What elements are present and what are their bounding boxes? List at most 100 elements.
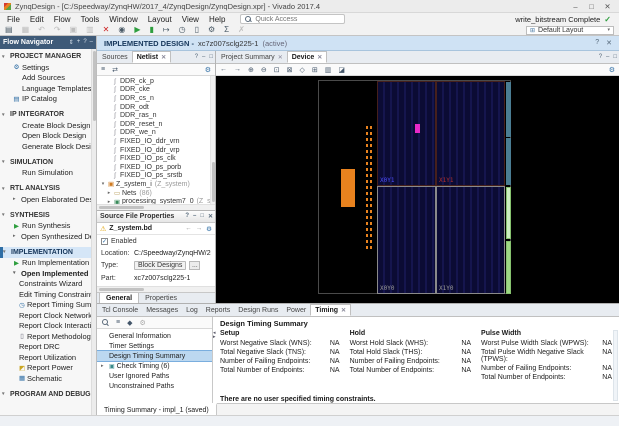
timing-tree-user-ignored-paths[interactable]: User Ignored Paths — [97, 371, 212, 381]
minimize-icon[interactable]: – — [202, 54, 205, 60]
collapse-all-icon[interactable]: ≡ — [101, 66, 105, 73]
zoom-in-icon[interactable]: ⊕ — [248, 66, 254, 74]
menu-file[interactable]: File — [2, 15, 25, 24]
flownav-item-edit-timing-constraints[interactable]: Edit Timing Constraints — [0, 289, 96, 300]
collapse-all-icon[interactable]: ≡ — [116, 319, 120, 326]
flownav-item-constraints-wizard[interactable]: Constraints Wizard — [0, 279, 96, 290]
close-tab-icon[interactable]: ✕ — [317, 54, 322, 61]
flownav-item-report-clock-interaction[interactable]: Report Clock Interaction — [0, 321, 96, 332]
flownav-item-report-power[interactable]: ◩ Report Power — [0, 363, 96, 374]
netlist-vscrollbar[interactable] — [210, 76, 215, 204]
timing-tree-general-information[interactable]: General Information — [97, 331, 212, 341]
help-icon[interactable]: ? — [195, 54, 198, 60]
close-tab-icon[interactable]: ✕ — [161, 54, 166, 61]
menu-layout[interactable]: Layout — [143, 15, 177, 24]
tab-design-runs[interactable]: Design Runs — [234, 304, 282, 316]
netlist-nets-folder[interactable]: ▸ ▭ Nets (86) — [97, 189, 215, 198]
tab-log[interactable]: Log — [182, 304, 202, 316]
redo-icon[interactable]: ↷ — [54, 26, 61, 34]
elapsed-time-icon[interactable]: ◷ — [179, 26, 186, 34]
type-browse-button[interactable]: … — [189, 261, 201, 270]
minimize-icon[interactable]: – — [193, 213, 196, 220]
chevron-down-icon[interactable]: ▾ — [13, 270, 19, 276]
tab-sources[interactable]: Sources — [98, 51, 132, 63]
select-area-icon[interactable]: ◇ — [300, 66, 305, 74]
type-select[interactable]: Block Designs — [134, 261, 187, 270]
flownav-item-schematic[interactable]: ▦ Schematic — [0, 373, 96, 384]
next-icon[interactable]: → — [196, 225, 203, 233]
netlist-port[interactable]: ʃ DDR_ck_p — [97, 77, 215, 86]
section-title-rtl-analysis[interactable]: ▾ RTL ANALYSIS — [0, 183, 96, 194]
chevron-down-icon[interactable]: ▾ — [100, 181, 106, 187]
tab-project-summary[interactable]: Project Summary ✕ — [217, 51, 287, 63]
netlist-port[interactable]: ʃ DDR_cke — [97, 86, 215, 95]
menu-window[interactable]: Window — [104, 15, 142, 24]
netlist-port[interactable]: ʃ FIXED_IO_ps_clk — [97, 154, 215, 163]
close-tab-icon[interactable]: ✕ — [278, 54, 283, 61]
timing-summary-status-tab[interactable]: Timing Summary - impl_1 (saved) — [97, 403, 217, 415]
device-canvas[interactable]: X0Y1 X1Y1 X0Y0 X1Y0 — [216, 76, 619, 303]
enabled-checkbox[interactable]: ✓ — [101, 238, 108, 245]
netlist-module-z-system[interactable]: ▾ ▣ Z_system_i (Z_system) — [97, 180, 215, 189]
run-icon[interactable]: ▶ — [134, 26, 140, 34]
layout-selector[interactable]: ⊞ Default Layout ▾ — [526, 25, 614, 35]
flownav-item-run-simulation[interactable]: Run Simulation — [0, 168, 96, 179]
maximize-icon[interactable]: □ — [209, 54, 213, 60]
menu-edit[interactable]: Edit — [25, 15, 49, 24]
report-doc-icon[interactable]: ▯ — [195, 26, 199, 34]
scrollbar-thumb[interactable] — [93, 51, 96, 121]
flownav-item-add-sources[interactable]: Add Sources — [0, 73, 96, 84]
netlist-port[interactable]: ʃ DDR_odt — [97, 103, 215, 112]
search-icon[interactable] — [101, 319, 109, 327]
zoom-area-icon[interactable]: ⊠ — [287, 66, 293, 74]
menu-tools[interactable]: Tools — [76, 15, 105, 24]
close-icon[interactable]: ✕ — [208, 213, 213, 220]
pin-icon[interactable]: ◆ — [127, 319, 132, 327]
section-title-program-and-debug[interactable]: ▾ PROGRAM AND DEBUG — [0, 389, 96, 400]
netlist-processing-system[interactable]: ▸▣processing_system7_0(Z_system_pr — [97, 197, 215, 204]
flownav-item-report-drc[interactable]: Report DRC — [0, 342, 96, 353]
quick-access-input[interactable] — [255, 15, 342, 23]
flownav-item-run-synthesis[interactable]: ▶ Run Synthesis — [0, 221, 96, 232]
netlist-hscrollbar[interactable] — [97, 204, 215, 210]
clock-region-x0y1[interactable]: X0Y1 — [377, 81, 436, 186]
netlist-port[interactable]: ʃ DDR_ras_n — [97, 111, 215, 120]
help-icon[interactable]: ? — [599, 54, 602, 60]
flownav-item-open-synthesized-design[interactable]: ▸Open Synthesized Design — [0, 231, 96, 242]
expand-all-icon[interactable]: ⇄ — [112, 66, 118, 74]
pause-icon[interactable]: ▮ — [150, 26, 154, 34]
close-icon[interactable]: ✕ — [606, 39, 612, 47]
gear-icon[interactable]: ⚙ — [206, 225, 212, 233]
draw-layers-icon[interactable]: ◪ — [338, 66, 345, 74]
gear-icon[interactable]: ⚙ — [139, 319, 145, 327]
find-icon[interactable]: ◉ — [118, 26, 125, 34]
minimize-button[interactable]: – — [568, 2, 583, 11]
netlist-port[interactable]: ʃ FIXED_IO_ddr_vrn — [97, 137, 215, 146]
netlist-port[interactable]: ʃ FIXED_IO_ddr_vrp — [97, 146, 215, 155]
zoom-out-icon[interactable]: ⊖ — [261, 66, 267, 74]
paste-icon[interactable]: ▥ — [86, 26, 94, 34]
chevron-right-icon[interactable]: ▸ — [13, 233, 19, 239]
tab-netlist[interactable]: Netlist ✕ — [131, 51, 172, 63]
scrollbar-thumb[interactable] — [99, 288, 144, 291]
flownav-item-settings[interactable]: ⚙ Settings — [0, 62, 96, 73]
forward-icon[interactable]: → — [234, 66, 241, 73]
netlist-port[interactable]: ʃ FIXED_IO_ps_srstb — [97, 172, 215, 181]
dock-panel-icon[interactable]: ⇕ — [69, 39, 74, 46]
tab-reports[interactable]: Reports — [202, 304, 235, 316]
help-icon[interactable]: ? — [595, 39, 599, 47]
flownav-item-open-block-design[interactable]: Open Block Design — [0, 131, 96, 142]
step-icon[interactable]: ↦ — [163, 26, 170, 34]
netlist-port[interactable]: ʃ DDR_we_n — [97, 129, 215, 138]
tab-messages[interactable]: Messages — [142, 304, 182, 316]
flownav-item-report-timing-summary[interactable]: ◷Report Timing Summary — [0, 300, 96, 311]
delete-icon[interactable]: ✕ — [103, 26, 110, 34]
menu-flow[interactable]: Flow — [49, 15, 76, 24]
menu-view[interactable]: View — [177, 15, 204, 24]
flownav-scrollbar[interactable] — [91, 49, 96, 415]
routing-resources-icon[interactable]: ▥ — [325, 66, 332, 74]
scrollbar-thumb[interactable] — [212, 162, 215, 202]
section-title-project-manager[interactable]: ▾ PROJECT MANAGER — [0, 51, 96, 62]
settings-icon[interactable]: ⚙ — [208, 26, 215, 34]
save-icon[interactable]: ▦ — [22, 26, 30, 34]
